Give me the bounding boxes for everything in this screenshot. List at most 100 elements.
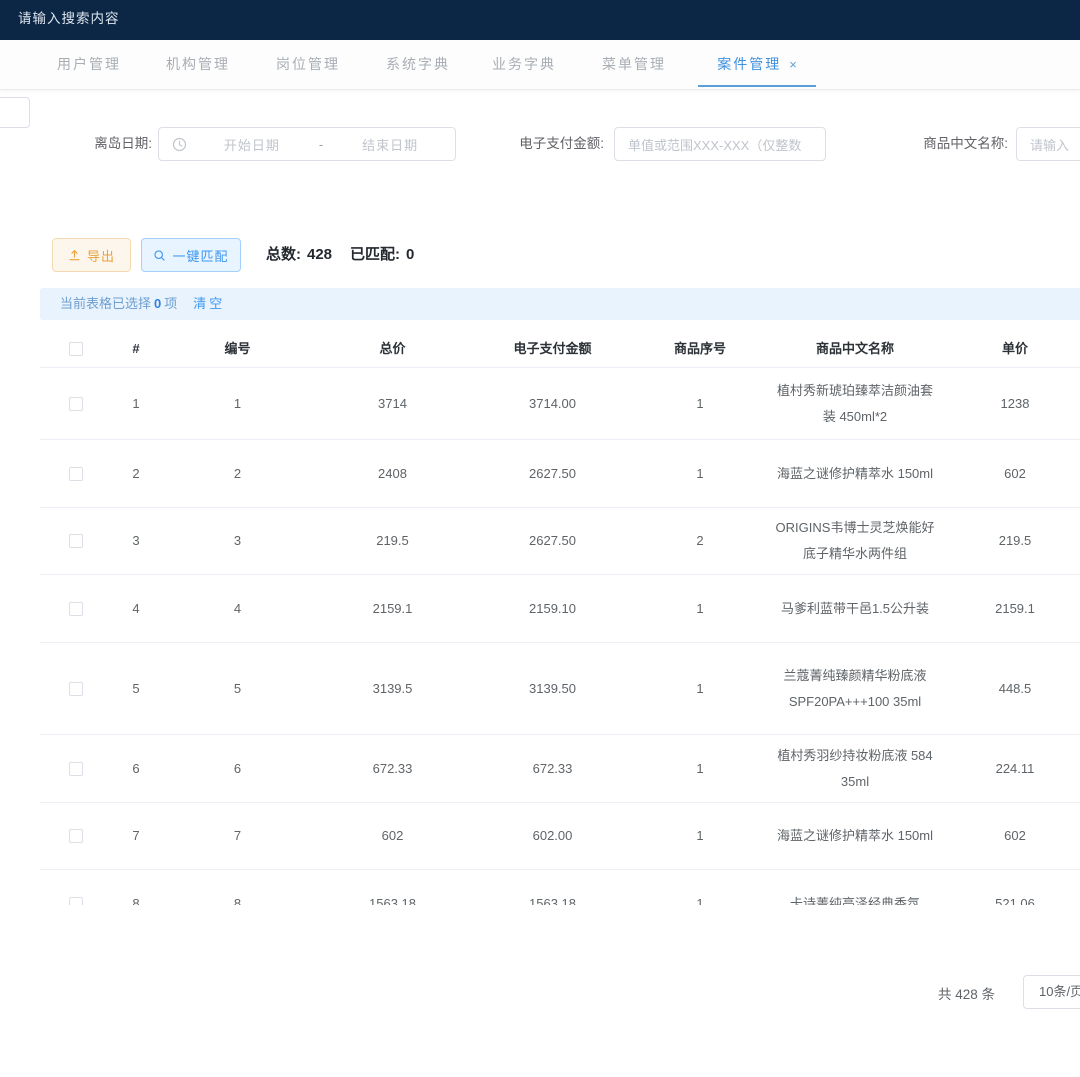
header-product-name: 商品中文名称 xyxy=(765,336,945,362)
row-checkbox[interactable] xyxy=(69,829,83,843)
cell-payment: 672.33 xyxy=(470,756,635,782)
cell-total: 3139.5 xyxy=(315,676,470,702)
product-name-filter-label: 商品中文名称: xyxy=(884,127,1008,161)
cell-payment: 2627.50 xyxy=(470,528,635,554)
page-size-select[interactable]: 10条/页 xyxy=(1023,975,1080,1009)
product-name-input[interactable]: 请输入 xyxy=(1016,127,1080,161)
tab-system-dictionary[interactable]: 系统字典 xyxy=(386,40,450,89)
tab-org-management[interactable]: 机构管理 xyxy=(166,40,230,89)
cell-payment: 3714.00 xyxy=(470,391,635,417)
total-value: 428 xyxy=(307,246,332,263)
cell-serial: 2 xyxy=(635,528,765,554)
table-row[interactable]: 8 8 1563.18 1563.18 1 卡诗菁纯亮泽经典香氛 521.06 xyxy=(40,870,1080,905)
table-row[interactable]: 4 4 2159.1 2159.10 1 马爹利蓝带干邑1.5公升装 2159.… xyxy=(40,575,1080,643)
clear-selection-link[interactable]: 清空 xyxy=(193,296,225,311)
cell-total: 1563.18 xyxy=(315,891,470,906)
date-range-picker[interactable]: 开始日期 - 结束日期 xyxy=(158,127,456,161)
cell-code: 3 xyxy=(160,528,315,554)
cell-index: 4 xyxy=(112,596,160,622)
cell-total: 219.5 xyxy=(315,528,470,554)
cell-code: 7 xyxy=(160,823,315,849)
cell-name: 海蓝之谜修护精萃水 150ml xyxy=(765,461,945,487)
cell-total: 602 xyxy=(315,823,470,849)
tab-user-management[interactable]: 用户管理 xyxy=(57,40,121,89)
cell-code: 8 xyxy=(160,891,315,906)
cell-name: 马爹利蓝带干邑1.5公升装 xyxy=(765,596,945,622)
cell-index: 7 xyxy=(112,823,160,849)
payment-amount-placeholder: 单值或范围XXX-XXX（仅整数 xyxy=(628,135,801,154)
cell-unit: 224.11 xyxy=(945,756,1080,782)
active-tab-underline xyxy=(698,85,816,87)
end-date-input[interactable]: 结束日期 xyxy=(325,135,455,154)
header-index: # xyxy=(112,336,160,362)
tab-business-dictionary[interactable]: 业务字典 xyxy=(492,40,556,89)
table-header-row: # 编号 总价 电子支付金额 商品序号 商品中文名称 单价 xyxy=(40,330,1080,368)
product-name-placeholder: 请输入 xyxy=(1030,135,1069,154)
cell-code: 6 xyxy=(160,756,315,782)
global-search-input[interactable]: 请输入搜索内容 xyxy=(18,7,120,27)
cell-index: 3 xyxy=(112,528,160,554)
cell-code: 4 xyxy=(160,596,315,622)
tab-bar: 用户管理 机构管理 岗位管理 系统字典 业务字典 菜单管理 案件管理 × xyxy=(0,40,1080,90)
cell-total: 672.33 xyxy=(315,756,470,782)
row-checkbox[interactable] xyxy=(69,397,83,411)
export-button[interactable]: 导出 xyxy=(52,238,131,272)
table-row[interactable]: 7 7 602 602.00 1 海蓝之谜修护精萃水 150ml 602 xyxy=(40,803,1080,870)
select-all-checkbox[interactable] xyxy=(69,342,83,356)
row-checkbox[interactable] xyxy=(69,897,83,906)
case-table: # 编号 总价 电子支付金额 商品序号 商品中文名称 单价 1 1 3714 3… xyxy=(40,330,1080,905)
one-click-match-label: 一键匹配 xyxy=(172,246,228,265)
table-row[interactable]: 6 6 672.33 672.33 1 植村秀羽纱持妆粉底液 584 35ml … xyxy=(40,735,1080,803)
row-checkbox[interactable] xyxy=(69,602,83,616)
cell-payment: 2159.10 xyxy=(470,596,635,622)
date-range-separator: - xyxy=(317,137,325,152)
start-date-input[interactable]: 开始日期 xyxy=(187,135,317,154)
cell-serial: 1 xyxy=(635,756,765,782)
tab-case-management-label: 案件管理 xyxy=(717,56,781,72)
clipped-side-button[interactable] xyxy=(0,97,30,128)
match-stats: 总数: 428 已匹配: 0 xyxy=(266,238,420,272)
cell-serial: 1 xyxy=(635,823,765,849)
cell-name: 兰蔻菁纯臻颜精华粉底液SPF20PA+++100 35ml xyxy=(765,663,945,715)
matched-label: 已匹配: xyxy=(350,246,400,263)
cell-name: 植村秀新琥珀臻萃洁颜油套装 450ml*2 xyxy=(765,378,945,430)
cell-unit: 2159.1 xyxy=(945,596,1080,622)
matched-value: 0 xyxy=(406,246,414,263)
tab-menu-management[interactable]: 菜单管理 xyxy=(602,40,666,89)
cell-unit: 521.06 xyxy=(945,891,1080,906)
cell-payment: 1563.18 xyxy=(470,891,635,906)
cell-index: 6 xyxy=(112,756,160,782)
tab-case-management-active[interactable]: 案件管理 × xyxy=(698,40,816,89)
table-row[interactable]: 2 2 2408 2627.50 1 海蓝之谜修护精萃水 150ml 602 xyxy=(40,440,1080,508)
cell-total: 2408 xyxy=(315,461,470,487)
tab-post-management[interactable]: 岗位管理 xyxy=(276,40,340,89)
cell-name: 海蓝之谜修护精萃水 150ml xyxy=(765,823,945,849)
total-label: 总数: xyxy=(266,246,301,263)
search-icon xyxy=(153,249,166,262)
cell-name: 卡诗菁纯亮泽经典香氛 xyxy=(765,891,945,906)
header-product-serial: 商品序号 xyxy=(635,336,765,362)
cell-unit: 219.5 xyxy=(945,528,1080,554)
cell-unit: 1238 xyxy=(945,391,1080,417)
table-row[interactable]: 1 1 3714 3714.00 1 植村秀新琥珀臻萃洁颜油套装 450ml*2… xyxy=(40,368,1080,440)
header-payment-amount: 电子支付金额 xyxy=(470,336,635,362)
row-checkbox[interactable] xyxy=(69,762,83,776)
payment-amount-input[interactable]: 单值或范围XXX-XXX（仅整数 xyxy=(614,127,826,161)
row-checkbox[interactable] xyxy=(69,467,83,481)
one-click-match-button[interactable]: 一键匹配 xyxy=(141,238,241,272)
page: 请输入搜索内容 用户管理 机构管理 岗位管理 系统字典 业务字典 菜单管理 案件… xyxy=(0,0,1080,1077)
cell-serial: 1 xyxy=(635,596,765,622)
row-checkbox[interactable] xyxy=(69,682,83,696)
export-icon xyxy=(68,249,81,262)
cell-total: 2159.1 xyxy=(315,596,470,622)
cell-unit: 448.5 xyxy=(945,676,1080,702)
cell-code: 2 xyxy=(160,461,315,487)
selection-count: 0 xyxy=(154,296,161,311)
close-icon[interactable]: × xyxy=(789,57,797,72)
table-row[interactable]: 5 5 3139.5 3139.50 1 兰蔻菁纯臻颜精华粉底液SPF20PA+… xyxy=(40,643,1080,735)
cell-total: 3714 xyxy=(315,391,470,417)
table-row[interactable]: 3 3 219.5 2627.50 2 ORIGINS韦博士灵芝焕能好底子精华水… xyxy=(40,508,1080,575)
payment-amount-filter-label: 电子支付金额: xyxy=(478,127,604,161)
date-filter-label: 离岛日期: xyxy=(60,127,152,161)
row-checkbox[interactable] xyxy=(69,534,83,548)
